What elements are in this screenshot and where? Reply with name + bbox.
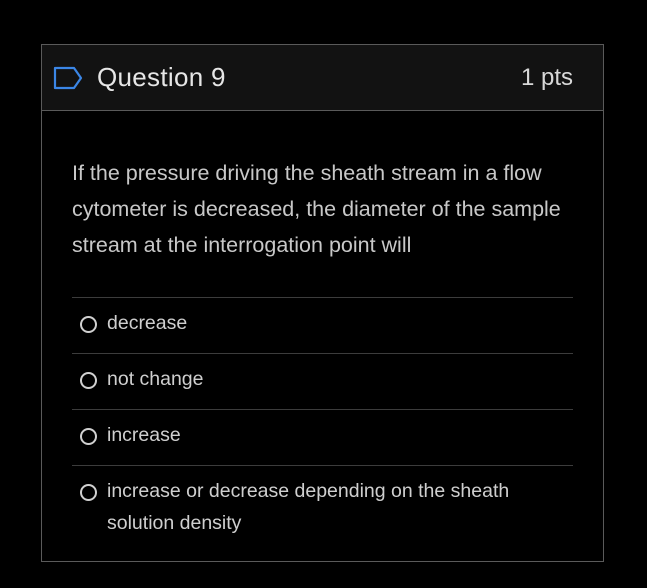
radio-button[interactable] <box>80 372 97 389</box>
answer-label: increase <box>107 424 181 446</box>
question-title: Question 9 <box>97 62 226 92</box>
question-text: If the pressure driving the sheath strea… <box>72 161 561 257</box>
radio-button[interactable] <box>80 316 97 333</box>
answer-option[interactable]: increase or decrease depending on the sh… <box>72 466 573 553</box>
question-body: If the pressure driving the sheath strea… <box>42 111 603 553</box>
question-card: Question 9 1 pts If the pressure driving… <box>41 44 604 562</box>
question-points: 1 pts <box>520 63 573 91</box>
answer-option[interactable]: not change <box>72 354 573 410</box>
answer-option[interactable]: increase <box>72 410 573 466</box>
answer-label: not change <box>107 368 204 390</box>
answer-label: increase or decrease depending on the sh… <box>107 480 510 534</box>
answer-option[interactable]: decrease <box>72 298 573 354</box>
answer-list: decrease not change increase increase or… <box>72 297 573 553</box>
answer-label: decrease <box>107 312 188 334</box>
radio-button[interactable] <box>80 428 97 445</box>
question-header: Question 9 1 pts <box>42 45 603 111</box>
flag-icon[interactable] <box>53 65 85 91</box>
radio-button[interactable] <box>80 484 97 501</box>
